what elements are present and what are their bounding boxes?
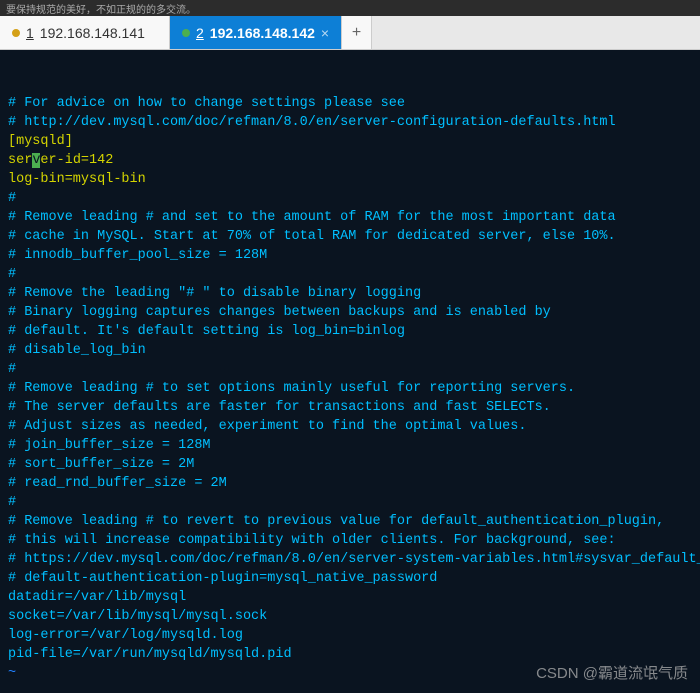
add-tab-button[interactable]: + [342,16,372,49]
terminal-line: # Remove leading # to revert to previous… [8,512,692,531]
terminal-line: # For advice on how to change settings p… [8,94,692,113]
tab-label: 192.168.148.142 [210,25,315,41]
terminal-line: socket=/var/lib/mysql/mysql.sock [8,607,692,626]
terminal-line: [mysqld] [8,132,692,151]
close-icon[interactable]: × [321,25,329,41]
terminal-line: # [8,265,692,284]
terminal-content: # For advice on how to change settings p… [8,94,692,683]
tab-1[interactable]: 1 192.168.148.141 [0,16,170,49]
terminal-line: # Adjust sizes as needed, experiment to … [8,417,692,436]
terminal-line: # this will increase compatibility with … [8,531,692,550]
terminal-line: # The server defaults are faster for tra… [8,398,692,417]
terminal-line: log-error=/var/log/mysqld.log [8,626,692,645]
plus-icon: + [352,24,361,42]
terminal-line: # innodb_buffer_pool_size = 128M [8,246,692,265]
terminal-line: # http://dev.mysql.com/doc/refman/8.0/en… [8,113,692,132]
titlebar-text: 要保持规范的美好，不如正规的的多交流。 [6,1,196,16]
window-titlebar: 要保持规范的美好，不如正规的的多交流。 [0,0,700,16]
terminal-line: # Remove leading # and set to the amount… [8,208,692,227]
watermark: CSDN @霸道流氓气质 [536,662,688,683]
terminal-line: datadir=/var/lib/mysql [8,588,692,607]
terminal-line: # https://dev.mysql.com/doc/refman/8.0/e… [8,550,692,569]
terminal-line: # [8,189,692,208]
tab-label: 192.168.148.141 [40,25,145,41]
terminal-line: log-bin=mysql-bin [8,170,692,189]
terminal-line: # disable_log_bin [8,341,692,360]
terminal-line: # Remove leading # to set options mainly… [8,379,692,398]
terminal-line: # read_rnd_buffer_size = 2M [8,474,692,493]
terminal-viewport[interactable]: # For advice on how to change settings p… [0,50,700,693]
terminal-line: # Remove the leading "# " to disable bin… [8,284,692,303]
tab-number: 2 [196,25,204,41]
terminal-line: # join_buffer_size = 128M [8,436,692,455]
terminal-line: # default. It's default setting is log_b… [8,322,692,341]
terminal-line: # default-authentication-plugin=mysql_na… [8,569,692,588]
tab-bar: 1 192.168.148.141 2 192.168.148.142 × + [0,16,700,50]
tab-2[interactable]: 2 192.168.148.142 × [170,16,342,49]
terminal-line: # Binary logging captures changes betwee… [8,303,692,322]
status-dot-icon [12,29,20,37]
terminal-line: server-id=142 [8,151,692,170]
terminal-line: # sort_buffer_size = 2M [8,455,692,474]
status-dot-icon [182,29,190,37]
terminal-line: # cache in MySQL. Start at 70% of total … [8,227,692,246]
terminal-line: # [8,360,692,379]
tab-number: 1 [26,25,34,41]
terminal-line: # [8,493,692,512]
